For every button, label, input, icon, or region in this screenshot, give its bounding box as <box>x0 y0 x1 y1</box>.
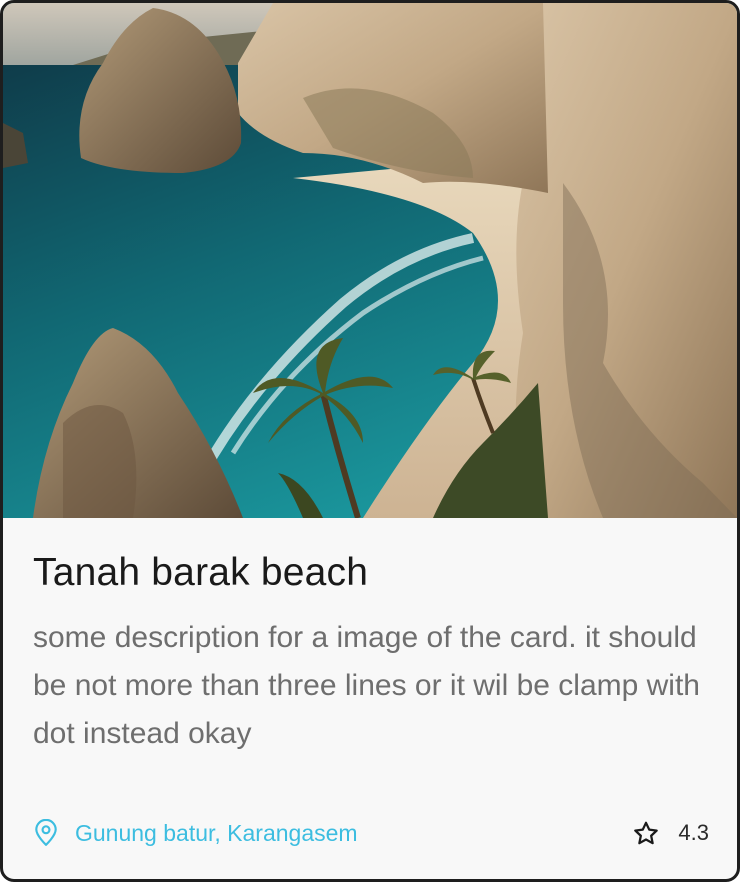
card-image <box>3 3 737 518</box>
card-title: Tanah barak beach <box>33 551 369 594</box>
rating-value: 4.3 <box>678 820 709 845</box>
location-link[interactable]: Gunung batur, Karangasem <box>33 819 358 847</box>
card-body: Tanah barak beach some description for a… <box>3 518 737 879</box>
rating[interactable]: 4.3 <box>632 820 709 847</box>
card-footer: Gunung batur, Karangasem 4.3 <box>33 813 709 853</box>
location-label: Gunung batur, Karangasem <box>75 819 358 846</box>
map-pin-icon <box>33 819 59 847</box>
destination-card[interactable]: Tanah barak beach some description for a… <box>0 0 740 882</box>
star-outline-icon <box>632 820 660 847</box>
card-description: some description for a image of the card… <box>33 621 700 750</box>
